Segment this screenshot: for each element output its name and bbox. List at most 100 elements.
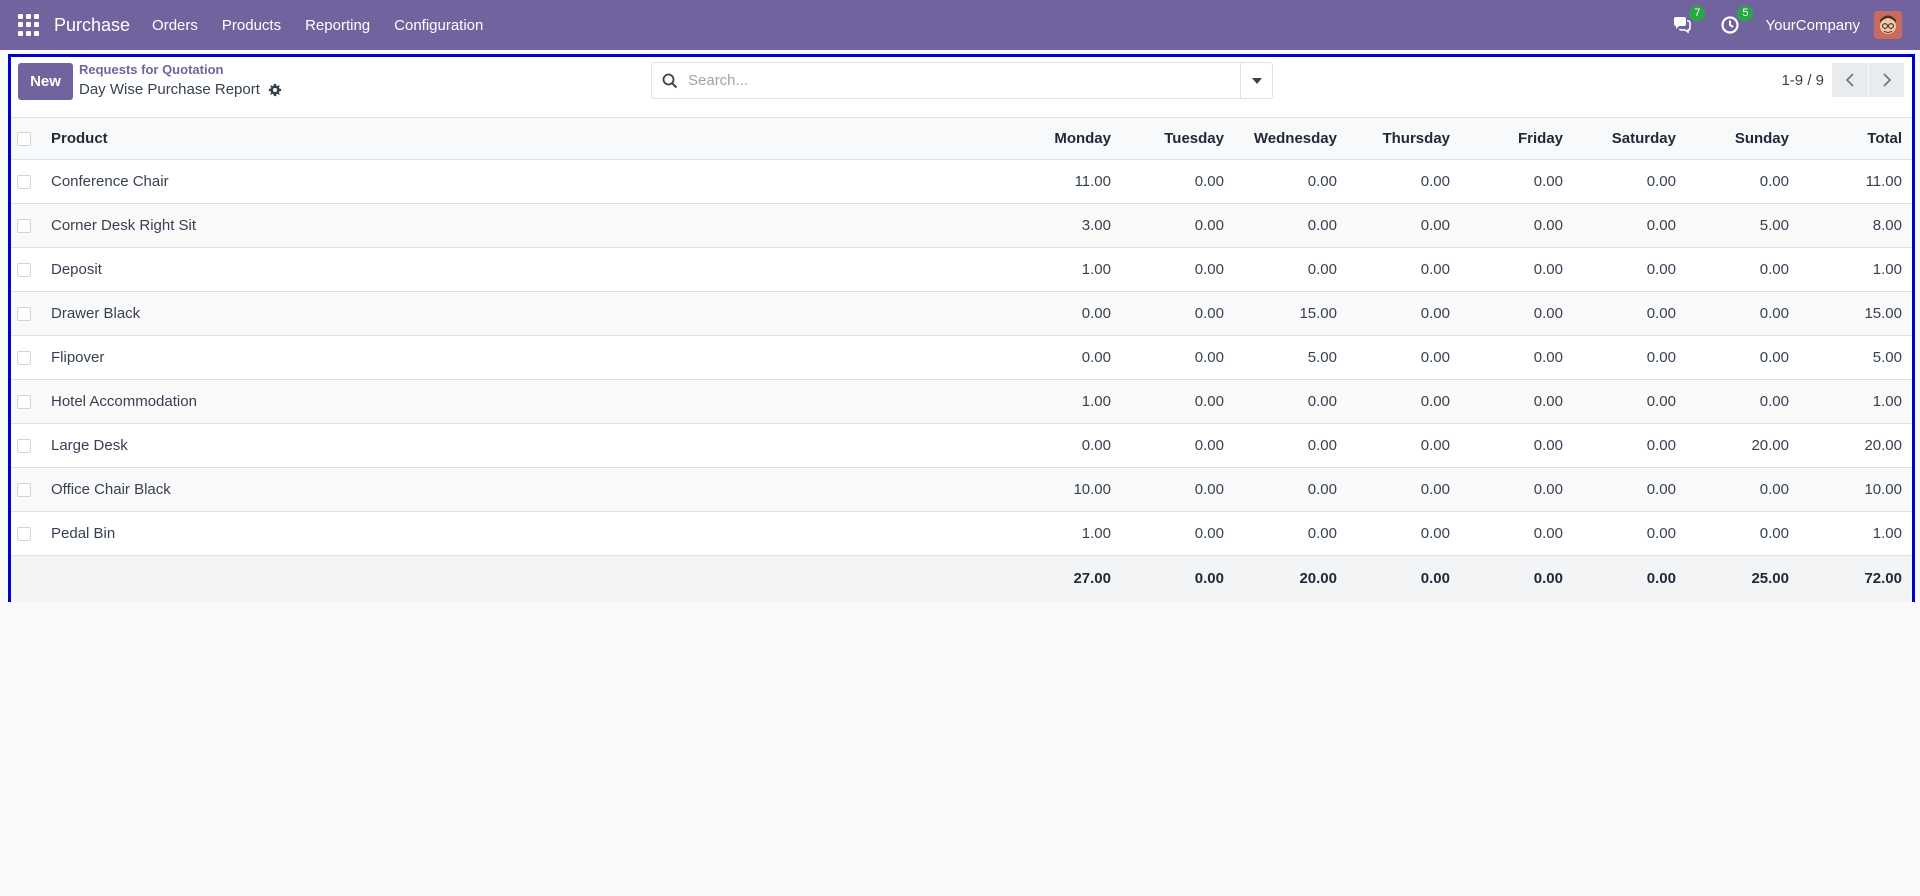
table-row[interactable]: Flipover 0.00 0.00 5.00 0.00 0.00 0.00 0… (11, 335, 1912, 380)
value-cell: 0.00 (1121, 335, 1234, 380)
column-header[interactable]: Tuesday (1121, 118, 1234, 160)
product-cell: Corner Desk Right Sit (41, 203, 1008, 248)
value-cell: 0.00 (1460, 379, 1573, 424)
value-cell: 0.00 (1121, 423, 1234, 468)
row-checkbox[interactable] (17, 395, 31, 410)
value-cell: 20.00 (1686, 423, 1799, 468)
activities-count-badge: 5 (1737, 6, 1754, 21)
column-header[interactable]: Product (41, 118, 1008, 160)
product-cell: Office Chair Black (41, 467, 1008, 512)
select-all-cell (11, 118, 41, 160)
table-row[interactable]: Large Desk 0.00 0.00 0.00 0.00 0.00 0.00… (11, 423, 1912, 468)
value-cell: 0.00 (1573, 159, 1686, 204)
search-options-toggle[interactable] (1240, 63, 1272, 98)
value-cell: 0.00 (1008, 291, 1121, 336)
value-cell: 0.00 (1347, 423, 1460, 468)
value-cell: 3.00 (1008, 203, 1121, 248)
activities-button[interactable]: 5 (1717, 6, 1754, 38)
table-row[interactable]: Conference Chair 11.00 0.00 0.00 0.00 0.… (11, 159, 1912, 204)
product-cell: Pedal Bin (41, 511, 1008, 556)
row-checkbox[interactable] (17, 351, 31, 366)
pager-value[interactable]: 1-9 / 9 (1781, 72, 1824, 89)
total-cell: 20.00 (1799, 423, 1912, 468)
table-row[interactable]: Drawer Black 0.00 0.00 15.00 0.00 0.00 0… (11, 291, 1912, 336)
column-header[interactable]: Sunday (1686, 118, 1799, 160)
value-cell: 1.00 (1008, 379, 1121, 424)
gear-icon[interactable] (268, 83, 282, 97)
product-cell: Hotel Accommodation (41, 379, 1008, 424)
value-cell: 0.00 (1686, 291, 1799, 336)
list-view-frame: New Requests for Quotation Day Wise Purc… (8, 54, 1915, 602)
row-checkbox[interactable] (17, 439, 31, 454)
table-row[interactable]: Office Chair Black 10.00 0.00 0.00 0.00 … (11, 467, 1912, 512)
value-cell: 0.00 (1121, 203, 1234, 248)
value-cell: 0.00 (1234, 511, 1347, 556)
column-header[interactable]: Thursday (1347, 118, 1460, 160)
apps-menu-icon[interactable] (18, 14, 40, 36)
row-select-cell (11, 379, 41, 424)
app-brand[interactable]: Purchase (54, 15, 130, 36)
value-cell: 0.00 (1347, 159, 1460, 204)
column-header[interactable]: Wednesday (1234, 118, 1347, 160)
value-cell: 15.00 (1234, 291, 1347, 336)
total-cell: 1.00 (1799, 247, 1912, 292)
pager-previous-button[interactable] (1832, 63, 1868, 97)
value-cell: 0.00 (1234, 159, 1347, 204)
column-header[interactable]: Monday (1008, 118, 1121, 160)
select-all-checkbox[interactable] (17, 132, 31, 147)
pager-next-button[interactable] (1868, 63, 1904, 97)
value-cell: 0.00 (1121, 291, 1234, 336)
menu-reporting[interactable]: Reporting (305, 17, 370, 34)
value-cell: 0.00 (1686, 335, 1799, 380)
product-cell: Deposit (41, 247, 1008, 292)
chevron-right-icon (1882, 73, 1891, 87)
row-checkbox[interactable] (17, 175, 31, 190)
search-input[interactable] (688, 72, 1240, 89)
row-select-cell (11, 423, 41, 468)
value-cell: 0.00 (1347, 511, 1460, 556)
column-header[interactable]: Friday (1460, 118, 1573, 160)
table-row[interactable]: Deposit 1.00 0.00 0.00 0.00 0.00 0.00 0.… (11, 247, 1912, 292)
row-checkbox[interactable] (17, 527, 31, 542)
table-header-row: Product Monday Tuesday Wednesday Thursda… (11, 117, 1912, 160)
row-select-cell (11, 335, 41, 380)
column-header[interactable]: Total (1799, 118, 1912, 160)
chevron-left-icon (1846, 73, 1854, 87)
messages-button[interactable]: 7 (1669, 6, 1706, 38)
product-cell: Flipover (41, 335, 1008, 380)
value-cell: 0.00 (1234, 423, 1347, 468)
pager: 1-9 / 9 (1781, 63, 1904, 97)
totals-spacer (11, 556, 41, 602)
column-header[interactable]: Saturday (1573, 118, 1686, 160)
value-cell: 0.00 (1573, 203, 1686, 248)
table-row[interactable]: Hotel Accommodation 1.00 0.00 0.00 0.00 … (11, 379, 1912, 424)
row-checkbox[interactable] (17, 307, 31, 322)
product-cell: Drawer Black (41, 291, 1008, 336)
new-button[interactable]: New (18, 63, 73, 100)
value-cell: 0.00 (1121, 379, 1234, 424)
sum-cell: 0.00 (1533, 570, 1563, 588)
value-cell: 0.00 (1460, 467, 1573, 512)
company-switcher[interactable]: YourCompany (1765, 17, 1860, 34)
table-row[interactable]: Corner Desk Right Sit 3.00 0.00 0.00 0.0… (11, 203, 1912, 248)
row-checkbox[interactable] (17, 219, 31, 234)
row-checkbox[interactable] (17, 263, 31, 278)
menu-products[interactable]: Products (222, 17, 281, 34)
value-cell: 0.00 (1121, 467, 1234, 512)
table-row[interactable]: Pedal Bin 1.00 0.00 0.00 0.00 0.00 0.00 … (11, 511, 1912, 556)
menu-configuration[interactable]: Configuration (394, 17, 483, 34)
breadcrumb-link[interactable]: Requests for Quotation (79, 62, 223, 77)
total-cell: 5.00 (1799, 335, 1912, 380)
value-cell: 0.00 (1686, 511, 1799, 556)
page-title-text: Day Wise Purchase Report (79, 81, 260, 98)
user-avatar[interactable] (1874, 11, 1902, 39)
avatar-image (1874, 11, 1902, 39)
clock-icon (1721, 16, 1740, 34)
row-select-cell (11, 291, 41, 336)
menu-orders[interactable]: Orders (152, 17, 198, 34)
messages-count-badge: 7 (1689, 6, 1706, 21)
row-select-cell (11, 159, 41, 204)
value-cell: 0.00 (1573, 335, 1686, 380)
row-checkbox[interactable] (17, 483, 31, 498)
value-cell: 0.00 (1347, 335, 1460, 380)
